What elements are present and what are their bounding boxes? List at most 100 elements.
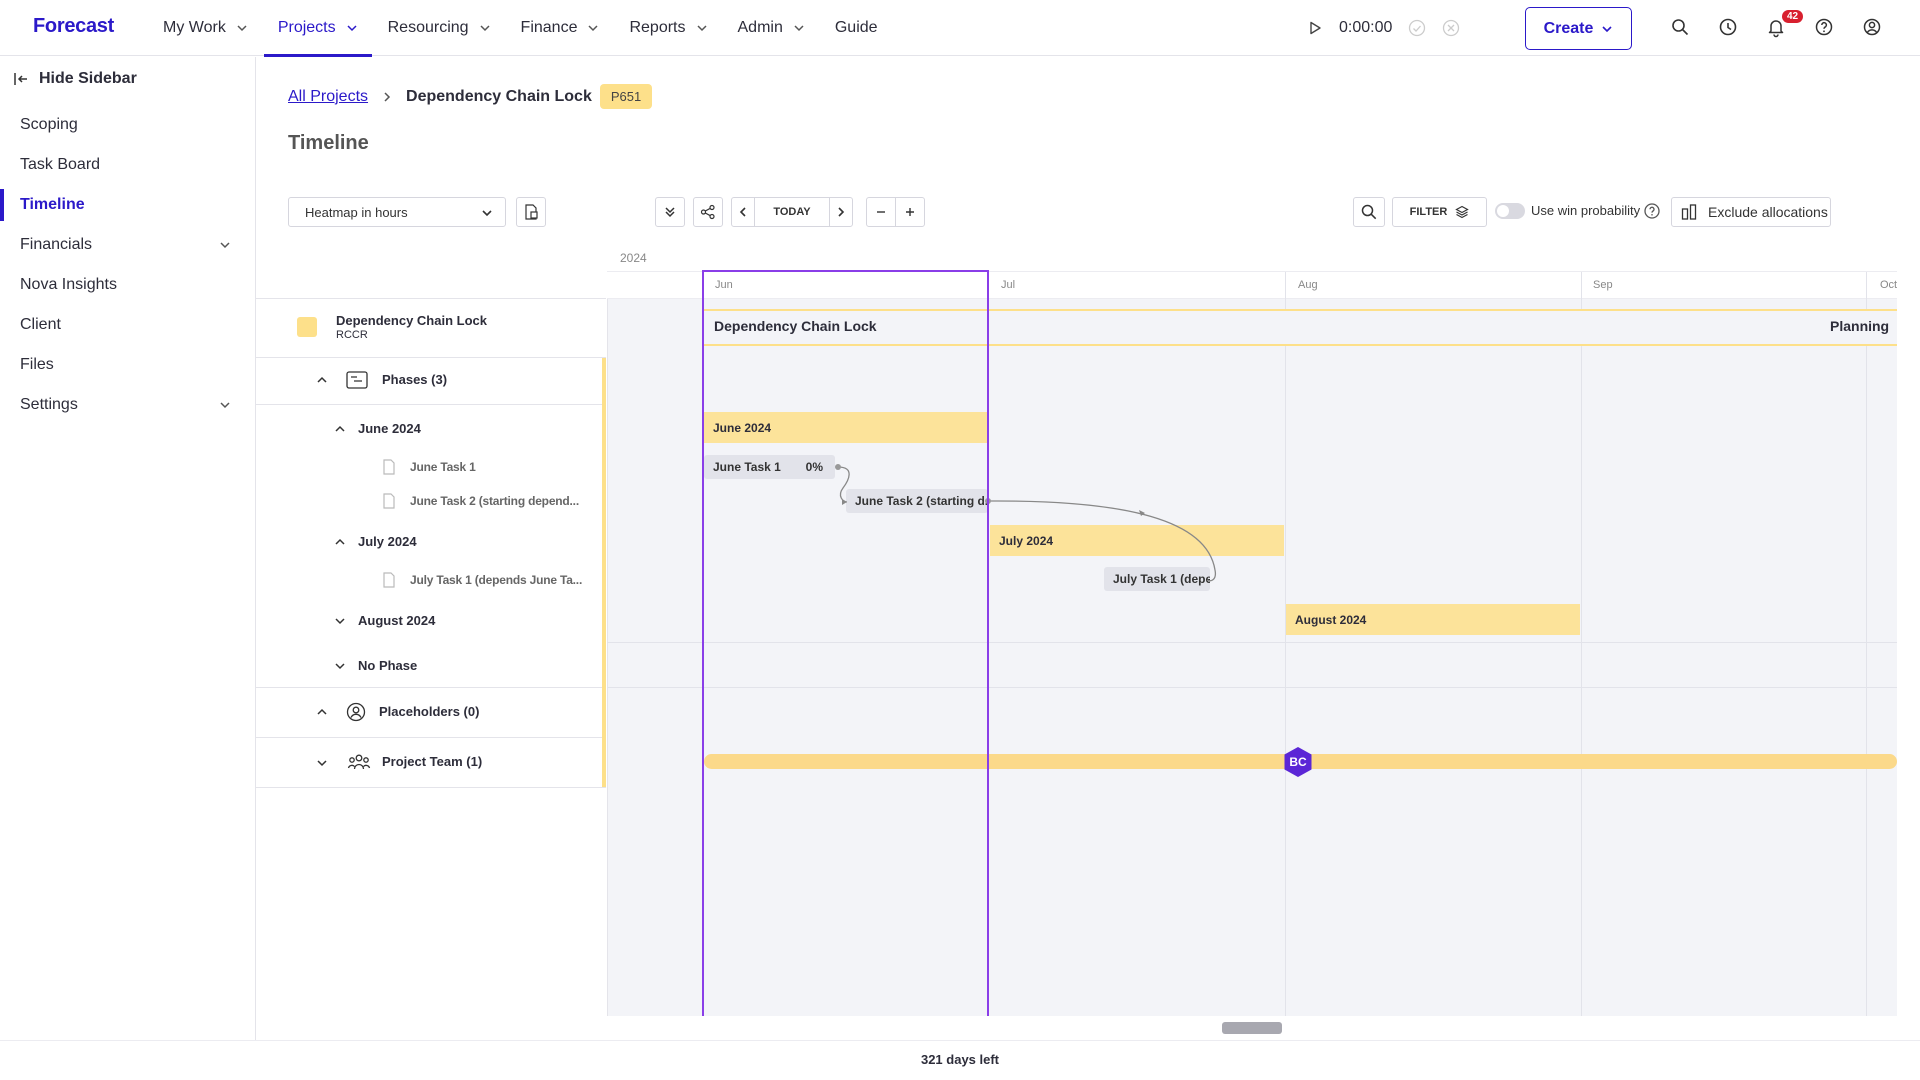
project-color-rail [602,358,606,787]
breadcrumb-all-projects-link[interactable]: All Projects [288,88,368,106]
project-color-swatch [297,317,317,337]
heatmap-dropdown-value: Heatmap in hours [305,204,408,220]
help-icon[interactable] [1643,202,1661,220]
play-icon[interactable] [1307,20,1323,36]
filter-button[interactable]: FILTER [1392,197,1487,227]
timeline-year-header [607,244,1897,272]
nav-projects[interactable]: Projects [263,0,372,57]
chevron-down-icon[interactable] [334,660,346,672]
check-circle-icon[interactable] [1408,19,1426,37]
search-icon [1361,204,1377,220]
phase-row-august[interactable]: August 2024 [358,613,435,628]
hide-sidebar-button[interactable]: Hide Sidebar [13,70,137,88]
export-button[interactable] [516,197,546,227]
sidebar-item-scoping[interactable]: Scoping [0,105,255,145]
create-button[interactable]: Create [1525,7,1632,50]
share-nodes-icon [700,204,715,220]
phases-header[interactable]: Phases (3) [382,372,447,387]
main-menu: My Work Projects Resourcing Finance Repo… [163,0,908,57]
exclude-allocations-button[interactable]: Exclude allocations [1671,197,1831,227]
month-label-jul: Jul [1001,279,1016,291]
sidebar-item-task-board[interactable]: Task Board [0,145,255,185]
project-row-name[interactable]: Dependency Chain Lock [336,313,487,328]
task-row-june-1[interactable]: June Task 1 [410,460,476,474]
help-icon[interactable] [1813,16,1835,38]
document-icon [383,493,395,509]
scrollbar-thumb[interactable] [1222,1022,1282,1034]
month-label-aug: Aug [1298,279,1318,291]
row-divider [256,787,606,788]
sidebar-item-label: Timeline [20,196,85,213]
chevron-down-icon [237,25,247,32]
chevron-down-icon [482,210,492,217]
sidebar-item-client[interactable]: Client [0,305,255,345]
exclude-allocations-label: Exclude allocations [1708,204,1828,220]
time-tracker: 0:00:00 [1307,14,1460,42]
task-row-june-2[interactable]: June Task 2 (starting depend... [410,494,579,508]
sidebar-item-financials[interactable]: Financials [0,225,255,265]
phase-row-july[interactable]: July 2024 [358,534,417,549]
win-probability-toggle[interactable] [1495,203,1525,219]
nav-resourcing-label: Resourcing [387,19,469,36]
zoom-out-button[interactable] [866,197,896,227]
nav-finance[interactable]: Finance [521,0,600,56]
nav-my-work-label: My Work [163,19,226,36]
sidebar-item-settings[interactable]: Settings [0,385,255,425]
placeholders-header[interactable]: Placeholders (0) [379,704,479,719]
chevron-down-icon[interactable] [334,615,346,627]
previous-period-button[interactable] [731,197,755,227]
phase-row-no-phase[interactable]: No Phase [358,658,417,673]
sidebar-item-timeline[interactable]: Timeline [0,185,255,225]
nav-my-work[interactable]: My Work [163,0,248,56]
discard-circle-icon[interactable] [1442,19,1460,37]
chevron-down-icon [696,25,707,32]
chevron-up-icon[interactable] [334,536,346,548]
document-icon [383,572,395,588]
team-icon [347,754,371,770]
collapse-all-button[interactable] [655,197,685,227]
nav-admin-label: Admin [737,19,783,36]
placeholder-user-icon [346,702,366,722]
phase-bar-august[interactable]: August 2024 [1286,604,1580,635]
nav-admin[interactable]: Admin [738,0,805,56]
phase-row-june[interactable]: June 2024 [358,421,421,436]
sidebar-item-label: Nova Insights [20,276,117,293]
sidebar-item-files[interactable]: Files [0,345,255,385]
chevron-up-icon[interactable] [316,706,328,718]
sidebar-item-label: Settings [20,396,78,413]
project-status-label: Planning [1830,318,1890,334]
zoom-in-button[interactable] [895,197,925,227]
chevron-up-icon[interactable] [316,374,328,386]
project-team-header[interactable]: Project Team (1) [382,754,482,769]
nav-resourcing[interactable]: Resourcing [388,0,491,56]
chevron-down-icon [1602,25,1612,32]
timeline-search-button[interactable] [1353,197,1385,227]
breadcrumb-current: Dependency Chain Lock [406,87,592,105]
document-icon [383,459,395,475]
double-chevron-down-icon [665,207,675,218]
nav-guide[interactable]: Guide [835,0,878,56]
dependencies-button[interactable] [693,197,723,227]
timer-display: 0:00:00 [1339,19,1393,36]
chevron-up-icon[interactable] [334,423,346,435]
forecast-logo[interactable]: Forecast [33,15,114,38]
year-label: 2024 [620,251,647,265]
search-icon[interactable] [1669,16,1691,38]
next-period-button[interactable] [829,197,853,227]
clock-icon[interactable] [1717,16,1739,38]
win-probability-label: Use win probability [1531,203,1641,218]
month-gridline [1285,272,1286,1016]
chevron-right-icon [384,91,391,102]
toggle-knob [1497,205,1509,217]
today-button[interactable]: TODAY [754,197,830,227]
project-id-badge: P651 [599,84,653,109]
chevron-down-icon[interactable] [316,757,328,769]
heatmap-dropdown[interactable]: Heatmap in hours [288,197,506,227]
nav-reports-label: Reports [629,19,686,36]
row-divider [256,687,606,688]
task-row-july-1[interactable]: July Task 1 (depends June Ta... [410,573,582,587]
nav-reports[interactable]: Reports [629,0,707,56]
project-row-client: RCCR [336,329,368,341]
sidebar-item-nova-insights[interactable]: Nova Insights [0,265,255,305]
profile-icon[interactable] [1861,16,1883,38]
